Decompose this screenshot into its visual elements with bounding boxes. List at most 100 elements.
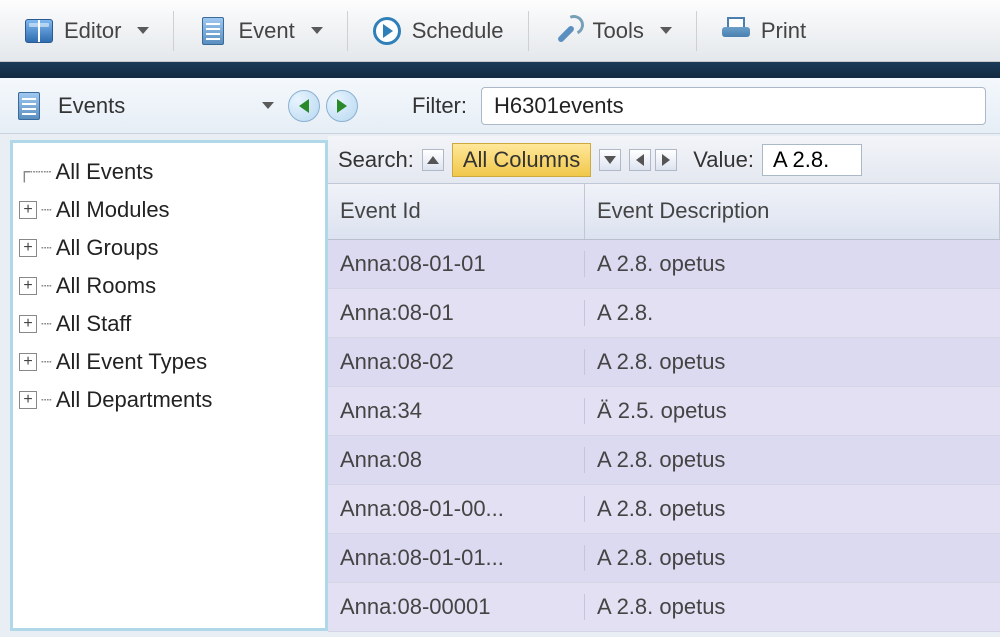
search-value-input[interactable]: [762, 144, 862, 176]
tools-menu-button[interactable]: Tools: [539, 10, 686, 52]
tree-item-all-event-types[interactable]: + ┈ All Event Types: [19, 343, 319, 381]
filter-label: Filter:: [412, 93, 467, 119]
toolbar-separator: [696, 11, 697, 51]
chevron-down-icon: [262, 102, 274, 109]
body-area: ┌┈┈ All Events + ┈ All Modules + ┈ All G…: [0, 134, 1000, 637]
table-row[interactable]: Anna:08-01-01 A 2.8. opetus: [328, 240, 1000, 289]
cell-event-id: Anna:34: [328, 398, 585, 424]
tree-item-label: All Groups: [56, 235, 159, 261]
toolbar-separator: [173, 11, 174, 51]
table-row[interactable]: Anna:08-01-00... A 2.8. opetus: [328, 485, 1000, 534]
history-nav: [288, 90, 358, 122]
toolbar-separator: [528, 11, 529, 51]
expand-icon[interactable]: +: [19, 277, 37, 295]
triangle-right-icon: [662, 154, 670, 166]
sort-asc-button[interactable]: [422, 149, 444, 171]
main-toolbar: Editor Event Schedule Tools Print: [0, 0, 1000, 62]
tree-item-all-groups[interactable]: + ┈ All Groups: [19, 229, 319, 267]
tools-label: Tools: [593, 18, 644, 44]
print-button[interactable]: Print: [707, 10, 820, 52]
search-label: Search:: [338, 147, 414, 173]
triangle-up-icon: [427, 156, 439, 164]
tree-item-all-events[interactable]: ┌┈┈ All Events: [19, 153, 319, 191]
tree-item-all-rooms[interactable]: + ┈ All Rooms: [19, 267, 319, 305]
document-icon: [198, 16, 228, 46]
tree-connector: ┈: [41, 276, 52, 297]
cell-event-desc: A 2.8.: [585, 300, 1000, 326]
tree-connector: ┈: [41, 314, 52, 335]
table-row[interactable]: Anna:08 A 2.8. opetus: [328, 436, 1000, 485]
table-row[interactable]: Anna:08-01-01... A 2.8. opetus: [328, 534, 1000, 583]
chevron-down-icon: [311, 27, 323, 34]
table-row[interactable]: Anna:08-02 A 2.8. opetus: [328, 338, 1000, 387]
chevron-down-icon: [137, 27, 149, 34]
tree-item-all-modules[interactable]: + ┈ All Modules: [19, 191, 319, 229]
editor-menu-button[interactable]: Editor: [10, 10, 163, 52]
triangle-left-icon: [636, 154, 644, 166]
panel-type-dropdown[interactable]: Events: [14, 91, 274, 121]
tree-item-label: All Modules: [56, 197, 170, 223]
table-row[interactable]: Anna:08-01 A 2.8.: [328, 289, 1000, 338]
schedule-label: Schedule: [412, 18, 504, 44]
tree-item-label: All Rooms: [56, 273, 156, 299]
document-icon: [14, 91, 44, 121]
prev-match-button[interactable]: [629, 149, 651, 171]
expand-icon[interactable]: +: [19, 239, 37, 257]
table-row[interactable]: Anna:08-00001 A 2.8. opetus: [328, 583, 1000, 632]
printer-icon: [721, 16, 751, 46]
cell-event-id: Anna:08-02: [328, 349, 585, 375]
cell-event-id: Anna:08-01-01: [328, 251, 585, 277]
back-button[interactable]: [288, 90, 320, 122]
cell-event-desc: A 2.8. opetus: [585, 447, 1000, 473]
search-nav: [629, 149, 677, 171]
column-chip-label: All Columns: [463, 147, 580, 172]
search-column-dropdown[interactable]: All Columns: [452, 143, 591, 177]
cell-event-id: Anna:08-00001: [328, 594, 585, 620]
editor-label: Editor: [64, 18, 121, 44]
play-icon: [372, 16, 402, 46]
forward-button[interactable]: [326, 90, 358, 122]
print-label: Print: [761, 18, 806, 44]
title-bar-strip: [0, 62, 1000, 78]
sort-desc-button[interactable]: [599, 149, 621, 171]
schedule-button[interactable]: Schedule: [358, 10, 518, 52]
tree-item-label: All Event Types: [56, 349, 207, 375]
toolbar-separator: [347, 11, 348, 51]
expand-icon[interactable]: +: [19, 201, 37, 219]
cell-event-desc: A 2.8. opetus: [585, 594, 1000, 620]
column-header-event-id[interactable]: Event Id: [328, 184, 585, 239]
panel-label: Events: [58, 93, 125, 119]
event-label: Event: [238, 18, 294, 44]
event-menu-button[interactable]: Event: [184, 10, 336, 52]
cell-event-id: Anna:08-01-01...: [328, 545, 585, 571]
navigation-tree: ┌┈┈ All Events + ┈ All Modules + ┈ All G…: [10, 140, 328, 631]
cell-event-desc: A 2.8. opetus: [585, 545, 1000, 571]
tree-connector: ┈: [41, 390, 52, 411]
chevron-down-icon: [660, 27, 672, 34]
table-body: Anna:08-01-01 A 2.8. opetus Anna:08-01 A…: [328, 240, 1000, 632]
tree-item-all-staff[interactable]: + ┈ All Staff: [19, 305, 319, 343]
panel-header: Events Filter:: [0, 78, 1000, 134]
tree-item-all-departments[interactable]: + ┈ All Departments: [19, 381, 319, 419]
expand-icon[interactable]: +: [19, 353, 37, 371]
tree-item-label: All Events: [56, 159, 154, 185]
expand-icon[interactable]: +: [19, 315, 37, 333]
book-icon: [24, 16, 54, 46]
table-header: Event Id Event Description: [328, 184, 1000, 240]
column-header-event-description[interactable]: Event Description: [585, 184, 1000, 239]
next-match-button[interactable]: [655, 149, 677, 171]
expand-icon[interactable]: +: [19, 391, 37, 409]
tree-item-label: All Departments: [56, 387, 213, 413]
triangle-down-icon: [604, 156, 616, 164]
tree-connector: ┈: [41, 200, 52, 221]
filter-input[interactable]: [481, 87, 986, 125]
tree-connector: ┈: [41, 352, 52, 373]
cell-event-id: Anna:08: [328, 447, 585, 473]
tree-item-label: All Staff: [56, 311, 131, 337]
tree-connector: ┈: [41, 238, 52, 259]
cell-event-desc: A 2.8. opetus: [585, 349, 1000, 375]
tree-connector: ┌┈┈: [19, 162, 52, 183]
cell-event-desc: A 2.8. opetus: [585, 496, 1000, 522]
cell-event-id: Anna:08-01: [328, 300, 585, 326]
table-row[interactable]: Anna:34 Ä 2.5. opetus: [328, 387, 1000, 436]
